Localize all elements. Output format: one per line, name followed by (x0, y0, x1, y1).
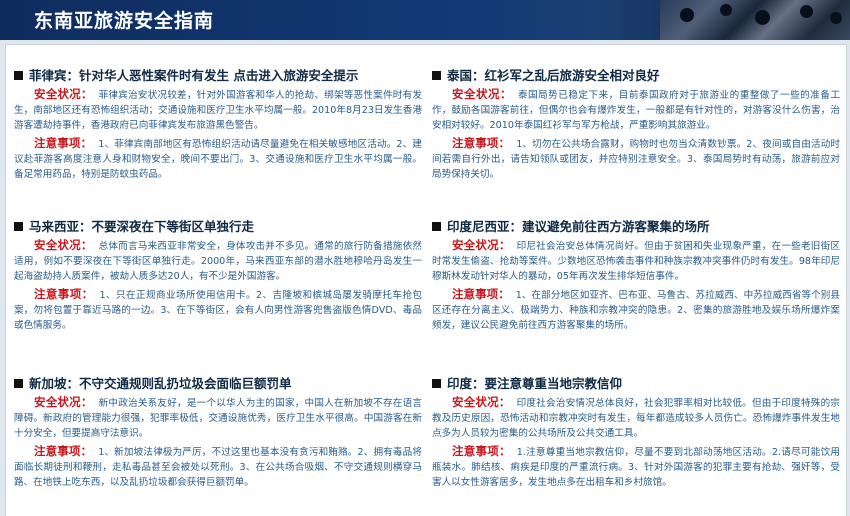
safety-paragraph: 安全状况： 泰国局势已稳定下来，目前泰国政府对于旅游业的重整做了一些的准备工作，鼓… (432, 87, 841, 132)
section-title-link[interactable]: 菲律宾：针对华人恶性案件时有发生 点击进入旅游安全提示 (14, 67, 422, 85)
header-photo (660, 0, 850, 40)
notes-paragraph: 注意事项： 1、菲律宾南部地区有恐怖组织活动请尽量避免在相关敏感地区活动。2、建议… (14, 135, 422, 181)
bullet-square-icon (432, 379, 441, 388)
notes-paragraph: 注意事项： 1、切勿在公共场合露财，购物时也勿当众清数钞票。2、夜间或自由活动时间… (432, 135, 840, 181)
notes-paragraph: 注意事项： 1、只在正规商业场所使用信用卡。2、吉隆坡和槟城岛屡发骑摩托车抢包案，… (14, 286, 422, 332)
bullet-square-icon (14, 71, 23, 80)
section-philippines: 菲律宾：针对华人恶性案件时有发生 点击进入旅游安全提示 安全状况： 菲律宾治安状况… (14, 67, 422, 182)
notes-paragraph: 注意事项： 1、新加坡法律极为严厉，不过这里也基本没有贪污和贿赂。2、拥有毒品将面… (14, 443, 422, 489)
section-malaysia: 马来西亚：不要深夜在下等街区单独行走 安全状况： 总体而言马来西亚非常安全，身体攻… (14, 218, 422, 333)
section-india: 印度：要注意尊重当地宗教信仰 安全状况： 印度社会治安情况总体良好，社会犯罪率相对… (432, 375, 840, 490)
page-header: 东南亚旅游安全指南 (0, 0, 850, 40)
section-title-link[interactable]: 印度尼西亚：建议避免前往西方游客聚集的场所 (432, 218, 840, 236)
safety-paragraph: 安全状况： 新中政治关系友好，是一个以华人为主的国家，中国人在新加坡不存在语言障碍… (14, 395, 423, 440)
section-indonesia: 印度尼西亚：建议避免前往西方游客聚集的场所 安全状况： 印尼社会治安总体情况尚好。… (432, 218, 840, 333)
safety-paragraph: 安全状况： 印尼社会治安总体情况尚好。但由于贫困和失业现象严重，在一些老旧街区时常… (432, 238, 841, 283)
section-title-link[interactable]: 印度：要注意尊重当地宗教信仰 (432, 375, 840, 393)
notes-paragraph: 注意事项： 1、在部分地区如亚齐、巴布亚、马鲁古、苏拉威西、中苏拉威西省等个别县区… (432, 286, 841, 332)
safety-paragraph: 安全状况： 菲律宾治安状况较差，针对外国游客和华人的抢劫、绑架等恶性案件时有发生，… (14, 87, 423, 132)
section-title-link[interactable]: 泰国：红衫军之乱后旅游安全相对良好 (432, 67, 840, 85)
bullet-square-icon (432, 71, 441, 80)
content-panel: 菲律宾：针对华人恶性案件时有发生 点击进入旅游安全提示 安全状况： 菲律宾治安状况… (5, 44, 847, 516)
notes-paragraph: 注意事项： 1.注意尊重当地宗教信仰，尽量不要到北部动荡地区活动。2.请尽可能饮用… (432, 443, 840, 489)
section-singapore: 新加坡：不守交通规则乱扔垃圾会面临巨额罚单 安全状况： 新中政治关系友好，是一个以… (14, 375, 422, 490)
bullet-square-icon (432, 222, 441, 231)
bullet-square-icon (14, 379, 23, 388)
page-title: 东南亚旅游安全指南 (34, 10, 215, 32)
section-thailand: 泰国：红衫军之乱后旅游安全相对良好 安全状况： 泰国局势已稳定下来，目前泰国政府对… (432, 67, 840, 182)
safety-paragraph: 安全状况： 印度社会治安情况总体良好，社会犯罪率相对比较低。但由于印度特殊的宗教及… (432, 395, 841, 440)
section-title-link[interactable]: 马来西亚：不要深夜在下等街区单独行走 (14, 218, 422, 236)
safety-paragraph: 安全状况： 总体而言马来西亚非常安全，身体攻击并不多见。通常的旅行防备措施依然适用… (14, 238, 423, 283)
bullet-square-icon (14, 222, 23, 231)
section-title-link[interactable]: 新加坡：不守交通规则乱扔垃圾会面临巨额罚单 (14, 375, 422, 393)
